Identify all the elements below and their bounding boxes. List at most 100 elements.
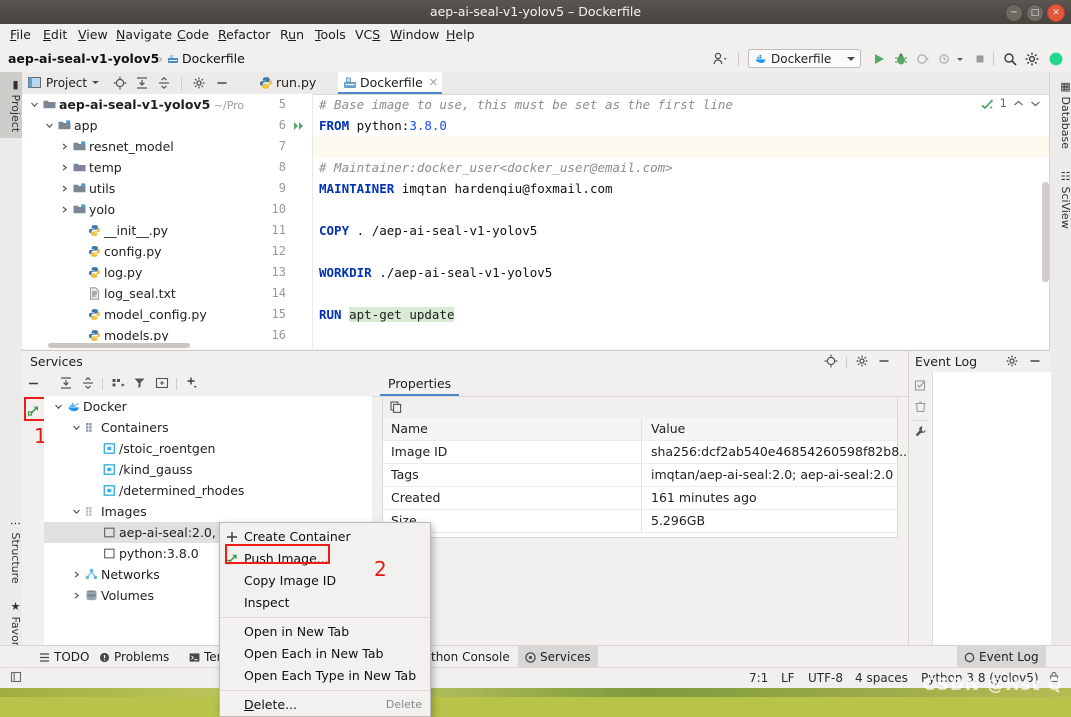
sidebar-item-project[interactable]: ▮ Project: [0, 72, 22, 138]
status-encoding[interactable]: UTF-8: [808, 671, 843, 685]
chevron-down-icon[interactable]: [72, 417, 82, 438]
run-configuration-selector[interactable]: Dockerfile: [748, 49, 861, 68]
context-menu-item[interactable]: Open in New Tab: [220, 621, 430, 643]
context-menu-item[interactable]: Open Each Type in New Tab: [220, 665, 430, 687]
menu-navigate[interactable]: Navigate: [114, 27, 174, 43]
run-button[interactable]: [871, 51, 887, 67]
project-tree-row[interactable]: resnet_model: [22, 136, 250, 157]
services-tree-row[interactable]: /stoic_roentgen: [44, 438, 372, 459]
project-tree-row[interactable]: log.py: [22, 262, 250, 283]
status-lock-icon[interactable]: [1048, 671, 1060, 683]
chevron-up-icon[interactable]: [1013, 99, 1024, 108]
properties-row[interactable]: Tags imqtan/aep-ai-seal:2.0; aep-ai-seal:…: [383, 464, 897, 487]
collapse-all-icon[interactable]: [157, 76, 171, 90]
chevron-down-icon[interactable]: [1030, 99, 1041, 108]
sidebar-item-sciview[interactable]: ☷ SciView: [1050, 162, 1071, 236]
expand-all-icon[interactable]: [59, 376, 73, 390]
chevron-right-icon[interactable]: [60, 157, 70, 178]
chevron-down-icon[interactable]: [72, 501, 82, 522]
copy-icon[interactable]: [389, 400, 403, 414]
editor-gutter[interactable]: 5 6 7 8 9 10 11 12 13 14 15 16: [250, 94, 313, 349]
gear-icon[interactable]: [192, 76, 206, 90]
chevron-right-icon[interactable]: [60, 199, 70, 220]
close-icon[interactable]: ✕: [1047, 4, 1065, 22]
menu-help[interactable]: Help: [444, 27, 477, 43]
chevron-right-icon[interactable]: [72, 585, 82, 606]
status-line-separator[interactable]: LF: [781, 671, 795, 685]
tab-problems[interactable]: Problems: [92, 646, 176, 668]
breadcrumb-project[interactable]: aep-ai-seal-v1-yolov5: [8, 51, 159, 66]
services-tree-row[interactable]: /kind_gauss: [44, 459, 372, 480]
chevron-down-icon[interactable]: [54, 396, 64, 417]
gear-icon[interactable]: [855, 354, 869, 368]
project-horizontal-scrollbar[interactable]: [22, 341, 250, 349]
code-line[interactable]: WORKDIR ./aep-ai-seal-v1-yolov5: [319, 262, 552, 283]
locate-icon[interactable]: [824, 354, 838, 368]
search-icon[interactable]: [1002, 51, 1018, 67]
chevron-right-icon[interactable]: [72, 564, 82, 585]
context-menu-item[interactable]: Copy Image ID: [220, 570, 430, 592]
project-tree[interactable]: aep-ai-seal-v1-yolov5 ~/Pro app resnet_mod…: [22, 94, 250, 341]
project-tree-row[interactable]: app: [22, 115, 250, 136]
project-tree-row[interactable]: yolo: [22, 199, 250, 220]
tab-services[interactable]: Services: [518, 646, 598, 668]
add-icon[interactable]: [185, 376, 199, 390]
menu-file[interactable]: FFileile: [8, 27, 33, 43]
context-menu-item[interactable]: Open Each in New Tab: [220, 643, 430, 665]
status-caret-position[interactable]: 7:1: [749, 671, 768, 685]
maximize-icon[interactable]: □: [1026, 4, 1044, 22]
properties-row[interactable]: Created 161 minutes ago: [383, 487, 897, 510]
breadcrumb-file[interactable]: Dockerfile: [182, 51, 245, 66]
properties-row[interactable]: Size 5.296GB: [383, 510, 897, 533]
properties-row[interactable]: Image ID sha256:dcf2ab540e46854260598f82b…: [383, 441, 911, 464]
context-menu-item[interactable]: Inspect: [220, 592, 430, 614]
menu-vcs[interactable]: VCS: [353, 27, 382, 43]
code-line[interactable]: RUN apt-get update: [319, 304, 455, 325]
menu-refactor[interactable]: Refactor: [216, 27, 272, 43]
project-tree-row[interactable]: aep-ai-seal-v1-yolov5 ~/Pro: [22, 94, 250, 115]
tab-todo[interactable]: TODO: [32, 646, 96, 668]
locate-icon[interactable]: [113, 76, 127, 90]
hide-icon[interactable]: [215, 76, 229, 90]
close-icon[interactable]: ✕: [429, 72, 438, 94]
gear-icon[interactable]: [1024, 51, 1040, 67]
filter-icon[interactable]: [133, 376, 147, 390]
chevron-down-icon[interactable]: [30, 94, 40, 115]
wrench-icon[interactable]: [914, 425, 927, 438]
hide-icon[interactable]: [877, 354, 891, 368]
menu-run[interactable]: Run: [278, 27, 306, 43]
run-line-marker-icon[interactable]: [293, 120, 305, 132]
menu-edit[interactable]: Edit: [41, 27, 69, 43]
trash-icon[interactable]: [914, 400, 927, 413]
code-line[interactable]: # Maintainer:docker_user<docker_user@ema…: [319, 157, 673, 178]
project-tree-row[interactable]: utils: [22, 178, 250, 199]
tab-event-log[interactable]: Event Log: [957, 646, 1046, 668]
code-line[interactable]: # Base image to use, this must be set as…: [319, 94, 733, 115]
tab-dockerfile[interactable]: Dockerfile ✕: [338, 72, 442, 94]
code-line[interactable]: FROM python:3.8.0: [319, 115, 447, 136]
tab-properties[interactable]: Properties: [380, 372, 460, 396]
properties-table[interactable]: Name Value Image ID sha256:dcf2ab540e468542…: [382, 418, 911, 538]
code-line[interactable]: MAINTAINER imqtan hardenqiu@foxmail.com: [319, 178, 613, 199]
editor-code-area[interactable]: # Base image to use, this must be set as…: [313, 94, 1049, 349]
project-tree-row[interactable]: log_seal.txt: [22, 283, 250, 304]
services-tree-row[interactable]: Docker: [44, 396, 372, 417]
event-log-content[interactable]: [932, 372, 1051, 646]
editor-inspection-widget[interactable]: 1: [981, 96, 1041, 110]
collapse-all-icon[interactable]: [81, 376, 95, 390]
editor-vertical-scrollbar[interactable]: [1042, 182, 1049, 282]
status-toggle-icon[interactable]: [10, 671, 22, 683]
menu-view[interactable]: View: [76, 27, 110, 43]
new-tab-icon[interactable]: [155, 376, 169, 390]
status-interpreter[interactable]: Python 3.8 (yolov5): [921, 671, 1039, 685]
services-tree-row[interactable]: Images: [44, 501, 372, 522]
group-icon[interactable]: [111, 376, 125, 390]
tab-python-console[interactable]: thon Console: [424, 646, 517, 668]
chevron-down-icon[interactable]: [955, 51, 965, 67]
menu-code[interactable]: Code: [175, 27, 211, 43]
services-tree-row[interactable]: Containers: [44, 417, 372, 438]
context-menu-item[interactable]: Delete... Delete: [220, 694, 430, 716]
debug-button[interactable]: [893, 51, 909, 67]
column-divider[interactable]: [641, 418, 642, 440]
mark-read-icon[interactable]: [914, 379, 927, 392]
